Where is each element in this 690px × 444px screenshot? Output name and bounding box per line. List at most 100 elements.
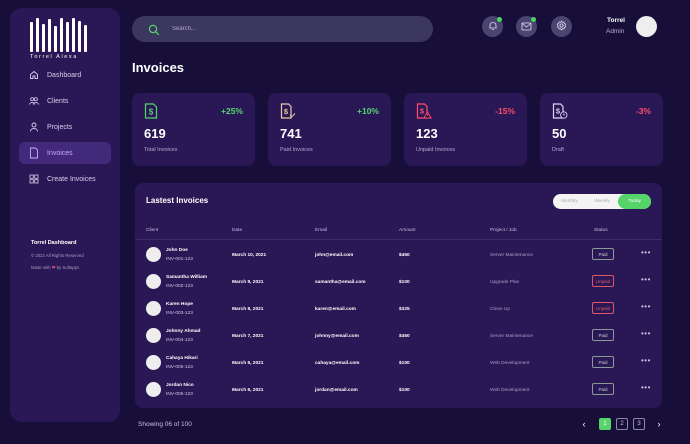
stat-card-unpaid: $ -15% 123 Unpaid Invoices xyxy=(404,93,527,166)
column-header-status[interactable]: Status xyxy=(594,228,608,233)
notifications-button[interactable] xyxy=(482,16,503,37)
invoice-id: INV-005-123 xyxy=(166,365,193,370)
table-row[interactable]: John Doe INV-001-123 March 10, 2021 john… xyxy=(135,242,662,268)
settings-button[interactable] xyxy=(551,16,572,37)
dollar-clock-icon: $ xyxy=(552,103,568,119)
invoice-id: INV-003-123 xyxy=(166,311,193,316)
dollar-warning-icon: $ xyxy=(416,103,432,119)
footer-credit: Made with ❤ by Softapps xyxy=(31,265,84,271)
more-options-icon[interactable]: ••• xyxy=(641,302,651,311)
document-icon xyxy=(29,147,39,159)
search-input[interactable] xyxy=(172,26,412,32)
sidebar-item-label: Create Invoices xyxy=(47,175,96,183)
filter-today[interactable]: Today xyxy=(618,194,652,209)
stat-change: -3% xyxy=(635,106,651,116)
panel-title: Lastest Invoices xyxy=(146,196,209,205)
table-row[interactable]: Johnny Ahmad INV-004-123 March 7, 2021 j… xyxy=(135,323,662,349)
project-name: Web Development xyxy=(490,361,530,366)
stat-value: 619 xyxy=(144,126,166,141)
invoice-date: March 6, 2021 xyxy=(232,388,264,393)
sidebar-footer: Torrel Dashboard © 2022 All Rights Reser… xyxy=(31,240,84,271)
latest-invoices-panel: Lastest Invoices Monthly Weekly Today Cl… xyxy=(135,183,662,408)
client-email: jordan@email.com xyxy=(315,388,358,393)
column-header-email[interactable]: Email xyxy=(315,228,327,233)
client-name: Cahaya Hikari xyxy=(166,356,198,361)
client-avatar xyxy=(146,301,161,316)
gear-icon xyxy=(556,18,567,36)
table-row[interactable]: Karen Hope INV-003-123 March 8, 2021 kar… xyxy=(135,296,662,322)
status-badge: Paid xyxy=(592,329,614,341)
column-header-amount[interactable]: Amount xyxy=(399,228,416,233)
stat-value: 50 xyxy=(552,126,567,141)
sidebar-item-invoices[interactable]: Invoices xyxy=(19,142,111,164)
page-button-1[interactable]: 1 xyxy=(599,418,611,430)
stat-value: 123 xyxy=(416,126,438,141)
next-page-button[interactable]: › xyxy=(654,418,664,430)
stat-label: Draft xyxy=(552,147,564,153)
page-button-2[interactable]: 2 xyxy=(616,418,628,430)
filter-monthly[interactable]: Monthly xyxy=(553,194,586,209)
user-role: Admin xyxy=(606,28,625,35)
filter-weekly[interactable]: Weekly xyxy=(586,194,619,209)
sidebar-item-projects[interactable]: Projects xyxy=(19,116,111,138)
table-row[interactable]: Cahaya Hikari INV-005-123 March 6, 2021 … xyxy=(135,350,662,376)
sidebar-item-clients[interactable]: Clients xyxy=(19,90,111,112)
client-name: John Doe xyxy=(166,248,188,253)
more-options-icon[interactable]: ••• xyxy=(641,383,651,392)
column-header-project[interactable]: Project / Job xyxy=(490,228,517,233)
users-icon xyxy=(29,96,39,106)
stat-change: +25% xyxy=(221,106,243,116)
prev-page-button[interactable]: ‹ xyxy=(579,418,589,430)
messages-button[interactable] xyxy=(516,16,537,37)
sidebar: Torrel Alexa Dashboard Clients Projects … xyxy=(10,8,120,422)
search-bar[interactable] xyxy=(132,16,433,42)
invoice-amount: $100 xyxy=(399,280,410,285)
client-name: Karen Hope xyxy=(166,302,193,307)
home-icon xyxy=(29,70,39,80)
footer-copyright: © 2022 All Rights Reserved xyxy=(31,253,84,258)
page-button-3[interactable]: 3 xyxy=(633,418,645,430)
client-avatar xyxy=(146,247,161,262)
stat-label: Total Invoices xyxy=(144,147,178,153)
table-row[interactable]: Jordan Nico INV-005-123 March 6, 2021 jo… xyxy=(135,377,662,403)
user-avatar[interactable] xyxy=(636,16,657,37)
client-avatar xyxy=(146,355,161,370)
svg-text:$: $ xyxy=(284,107,289,116)
svg-text:$: $ xyxy=(149,108,154,117)
client-email: johnny@email.com xyxy=(315,334,359,339)
client-email: john@email.com xyxy=(315,253,354,258)
stat-label: Unpaid Invoices xyxy=(416,147,456,153)
stat-value: 741 xyxy=(280,126,302,141)
invoice-date: March 6, 2021 xyxy=(232,361,264,366)
sidebar-item-create-invoices[interactable]: Create Invoices xyxy=(19,168,111,190)
dollar-document-icon: $ xyxy=(144,103,158,119)
client-email: samantha@email.com xyxy=(315,280,366,285)
header-divider xyxy=(135,239,662,240)
project-name: Server Maintenance xyxy=(490,334,533,339)
sidebar-item-dashboard[interactable]: Dashboard xyxy=(19,64,111,86)
svg-text:$: $ xyxy=(556,107,561,116)
more-options-icon[interactable]: ••• xyxy=(641,356,651,365)
client-email: karen@email.com xyxy=(315,307,356,312)
svg-text:$: $ xyxy=(420,107,425,116)
client-name: Johnny Ahmad xyxy=(166,329,201,334)
project-name: Clean Up xyxy=(490,307,510,312)
table-row[interactable]: Samantha William INV-002-123 March 9, 20… xyxy=(135,269,662,295)
stat-card-draft: $ -3% 50 Draft xyxy=(540,93,663,166)
more-options-icon[interactable]: ••• xyxy=(641,248,651,257)
more-options-icon[interactable]: ••• xyxy=(641,329,651,338)
invoice-date: March 10, 2021 xyxy=(232,253,267,258)
column-header-date[interactable]: Date xyxy=(232,228,242,233)
invoice-amount: $100 xyxy=(399,388,410,393)
period-toggle: Monthly Weekly Today xyxy=(553,194,652,209)
more-options-icon[interactable]: ••• xyxy=(641,275,651,284)
brand-logo[interactable]: Torrel Alexa xyxy=(30,18,92,64)
client-name: Jordan Nico xyxy=(166,383,194,388)
column-header-client[interactable]: Client xyxy=(146,228,158,233)
invoice-date: March 7, 2021 xyxy=(232,334,264,339)
invoice-amount: $325 xyxy=(399,307,410,312)
user-icon xyxy=(29,122,39,132)
client-email: cahaya@email.com xyxy=(315,361,360,366)
grid-icon xyxy=(29,174,39,184)
invoice-id: INV-004-123 xyxy=(166,338,193,343)
